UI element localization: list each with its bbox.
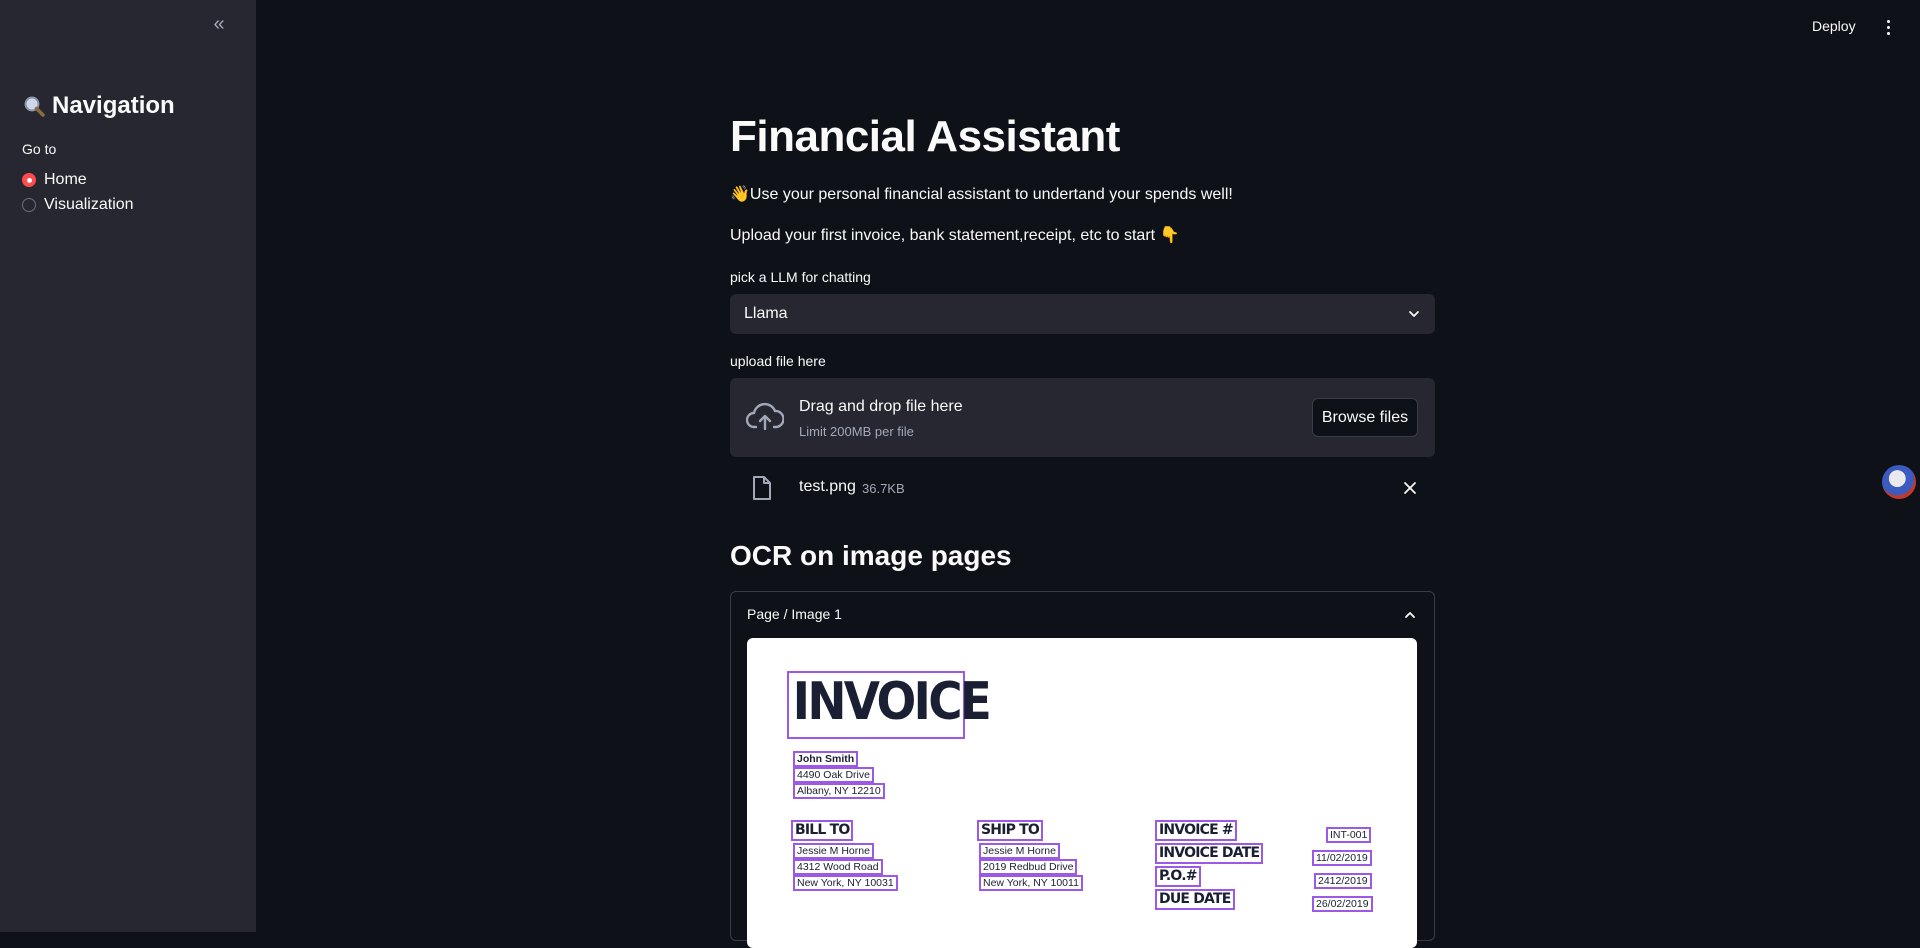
chevron-down-icon — [1409, 311, 1419, 317]
radio-option-home[interactable]: Home — [22, 171, 87, 189]
ocr-box-bill-to-label: BILL TO — [791, 820, 854, 841]
ocr-section-title: OCR on image pages — [730, 540, 1012, 571]
assistant-avatar[interactable] — [1882, 465, 1916, 499]
radio-label-home: Home — [44, 171, 87, 188]
sidebar-title: Navigation — [22, 92, 175, 120]
file-icon — [753, 476, 771, 500]
ocr-box-ship-to-address2: New York, NY 10011 — [979, 875, 1083, 891]
intro-text: 👋Use your personal financial assistant t… — [730, 186, 1233, 203]
dropzone-title: Drag and drop file here — [799, 398, 963, 415]
file-size: 36.7KB — [862, 481, 905, 496]
llm-selected-value: Llama — [744, 305, 788, 322]
page-image-expander: Page / Image 1 INVOICE John Smith 4490 O… — [730, 591, 1435, 948]
uploaded-file-row: test.png 36.7KB — [730, 473, 1435, 503]
deploy-button[interactable]: Deploy — [1806, 14, 1862, 38]
llm-select-label: pick a LLM for chatting — [730, 269, 871, 285]
radio-label-visualization: Visualization — [44, 196, 134, 213]
ocr-box-invoice-date-label: INVOICE DATE — [1155, 843, 1264, 864]
upload-label: upload file here — [730, 353, 826, 369]
radio-option-visualization[interactable]: Visualization — [22, 196, 134, 214]
sidebar: « Navigation Go to Home Visualization — [0, 0, 256, 932]
ocr-box-invoice-no: INT-001 — [1326, 827, 1372, 843]
browse-files-button[interactable]: Browse files — [1312, 398, 1418, 437]
ocr-box-ship-to-label: SHIP TO — [977, 820, 1043, 841]
ocr-box-ship-to-name: Jessie M Horne — [979, 843, 1060, 859]
ocr-box-bill-to-name: Jessie M Horne — [793, 843, 874, 859]
ocr-box-bill-to-address2: New York, NY 10031 — [793, 875, 898, 891]
collapse-sidebar-icon[interactable]: « — [208, 14, 230, 36]
ocr-box-bill-to-address1: 4312 Wood Road — [793, 859, 883, 875]
radio-checked-icon[interactable] — [22, 173, 36, 187]
llm-select[interactable]: Llama — [730, 294, 1435, 334]
chevron-up-icon — [1405, 612, 1415, 618]
invoice-title: INVOICE — [792, 672, 992, 732]
upload-hint-text: Upload your first invoice, bank statemen… — [730, 227, 1180, 244]
ocr-box-due-date: 26/02/2019 — [1312, 896, 1373, 912]
more-menu-icon[interactable] — [1880, 14, 1896, 40]
ocr-box-from-address1: 4490 Oak Drive — [793, 767, 874, 783]
page-title: Financial Assistant — [730, 112, 1120, 161]
ocr-box-from-name: John Smith — [793, 751, 859, 767]
ocr-box-title: INVOICE — [787, 671, 992, 739]
file-name: test.png — [799, 478, 856, 495]
sidebar-title-text: Navigation — [52, 92, 175, 119]
dropzone-limit: Limit 200MB per file — [799, 424, 914, 439]
ocr-box-invoice-no-label: INVOICE # — [1155, 820, 1237, 841]
cloud-upload-icon — [746, 402, 784, 431]
magnifier-icon — [24, 96, 45, 117]
expander-header[interactable]: Page / Image 1 — [747, 606, 1417, 626]
file-dropzone[interactable]: Drag and drop file here Limit 200MB per … — [730, 378, 1435, 457]
ocr-box-due-date-label: DUE DATE — [1155, 889, 1235, 910]
radio-unchecked-icon[interactable] — [22, 198, 36, 212]
ocr-box-po: 2412/2019 — [1314, 873, 1372, 889]
ocr-box-invoice-date: 11/02/2019 — [1312, 850, 1372, 866]
ocr-box-ship-to-address1: 2019 Redbud Drive — [979, 859, 1078, 875]
close-icon[interactable] — [1401, 479, 1419, 497]
ocr-box-from-address2: Albany, NY 12210 — [793, 783, 885, 799]
ocr-invoice-image: INVOICE John Smith 4490 Oak Drive Albany… — [747, 638, 1417, 948]
goto-label: Go to — [22, 141, 57, 157]
expander-label: Page / Image 1 — [747, 606, 842, 622]
ocr-box-po-label: P.O.# — [1155, 866, 1201, 887]
